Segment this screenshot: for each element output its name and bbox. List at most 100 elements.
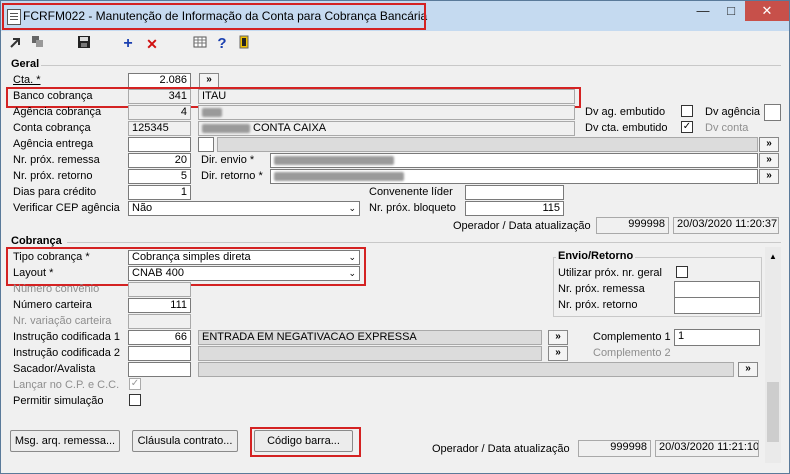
entrega-lookup-button[interactable]: » [759,137,779,152]
convenio-label: Número convênio [13,283,100,295]
conv-lider-label: Convenente líder [369,186,453,198]
copy-icon[interactable] [29,35,47,53]
retorno-label: Nr. próx. retorno [13,170,93,182]
instr1-code-field[interactable]: 66 [128,330,191,345]
cobranca-operador-label: Operador / Data atualização [432,443,570,455]
msg-remessa-button[interactable]: Msg. arq. remessa... [10,430,120,452]
dv-conta-label: Dv conta [705,122,749,134]
utilizar-label: Utilizar próx. nr. geral [558,267,662,279]
dv-agencia-field[interactable] [764,104,781,121]
remessa-label: Nr. próx. remessa [13,154,100,166]
instr1-lookup-button[interactable]: » [548,330,568,345]
simulacao-label: Permitir simulação [13,395,104,407]
convenio-field [128,282,191,297]
lancar-label: Lançar no C.P. e C.C. [13,379,120,391]
conta-name-field[interactable]: CONTA CAIXA [198,121,575,136]
env-retorno-field[interactable] [674,297,760,314]
dv-cta-emb-checkbox[interactable]: ✓ [681,121,693,133]
compl2-label: Complemento 2 [593,347,671,359]
lancar-checkbox: ✓ [129,378,141,390]
compl1-field[interactable]: 1 [674,329,760,346]
grid-icon[interactable] [191,35,209,53]
sacador-name-field [198,362,734,377]
help-icon[interactable]: ? [213,35,231,53]
divider [41,65,781,66]
toolbar: + ✕ ? [1,31,789,57]
instr1-label: Instrução codificada 1 [13,331,121,343]
carteira-field[interactable]: 111 [128,298,191,313]
chevron-up-icon[interactable]: ▲ [769,252,777,261]
dir-retorno-browse-button[interactable]: » [759,169,779,184]
utilizar-checkbox[interactable] [676,266,688,278]
section-geral-title: Geral [11,58,40,70]
instr1-desc-field: ENTRADA EM NEGATIVACAO EXPRESSA [198,330,542,345]
highlight-title [2,3,426,30]
entrega-label: Agência entrega [13,138,94,150]
geral-operador-label: Operador / Data atualização [453,220,591,232]
variacao-label: Nr. variação carteira [13,315,112,327]
section-cobranca-title: Cobrança [11,235,62,247]
env-remessa-field[interactable] [674,281,760,298]
maximize-button[interactable]: □ [717,1,745,21]
scrollbar[interactable]: ▲ [765,247,781,463]
compl1-label: Complemento 1 [593,331,671,343]
bloqueto-field[interactable]: 115 [465,201,564,216]
clausula-contrato-button[interactable]: Cláusula contrato... [132,430,238,452]
window: FCRFM022 - Manutenção de Informação da C… [0,0,790,474]
carteira-label: Número carteira [13,299,92,311]
simulacao-checkbox[interactable] [129,394,141,406]
minimize-button[interactable]: — [689,1,717,21]
dias-field[interactable]: 1 [128,185,191,200]
agencia-label: Agência cobrança [13,106,102,118]
cta-field[interactable]: 2.086 [128,73,191,88]
variacao-field [128,314,191,329]
dir-retorno-field[interactable] [270,169,758,184]
envio-retorno-title: Envio/Retorno [556,250,636,262]
cep-label: Verificar CEP agência [13,202,120,214]
sacador-code-field[interactable] [128,362,191,377]
dias-label: Dias para crédito [13,186,97,198]
instr2-lookup-button[interactable]: » [548,346,568,361]
sacador-label: Sacador/Avalista [13,363,96,375]
entrega-name-field[interactable] [217,137,758,152]
exit-icon[interactable] [235,35,253,53]
entrega-field[interactable] [128,137,191,152]
cobranca-date-field: 20/03/2020 11:21:10 [655,440,759,457]
geral-date-field: 20/03/2020 11:20:37 [673,217,779,234]
agencia-name-field[interactable] [198,105,575,120]
dv-ag-emb-checkbox[interactable] [681,105,693,117]
dir-envio-label: Dir. envio * [201,154,255,166]
dir-retorno-label: Dir. retorno * [201,170,263,182]
chevron-down-icon: ⌄ [348,203,356,213]
scrollbar-thumb[interactable] [767,382,779,442]
remessa-field[interactable]: 20 [128,153,191,168]
add-icon[interactable]: + [119,35,137,53]
cta-label: Cta. * [13,74,41,86]
bloqueto-label: Nr. próx. bloqueto [369,202,456,214]
highlight-tipo-layout [6,247,366,286]
first-record-icon[interactable] [7,35,25,53]
retorno-field[interactable]: 5 [128,169,191,184]
save-icon[interactable] [75,35,93,53]
cta-lookup-button[interactable]: » [199,73,219,88]
instr2-label: Instrução codificada 2 [13,347,121,359]
instr2-desc-field [198,346,542,361]
agencia-code-field[interactable]: 4 [128,105,191,120]
dir-envio-field[interactable] [270,153,758,168]
highlight-codigo [250,427,361,457]
conv-lider-field[interactable] [465,185,564,200]
sacador-lookup-button[interactable]: » [738,362,758,377]
dv-cta-emb-label: Dv cta. embutido [585,122,668,134]
entrega-dv-field[interactable] [198,137,214,152]
conta-code-field[interactable]: 125345 [128,121,191,136]
delete-icon[interactable]: ✕ [143,35,161,53]
divider [67,242,781,243]
dv-agencia-label: Dv agência [705,106,761,118]
geral-operador-field: 999998 [596,217,669,234]
instr2-code-field[interactable] [128,346,191,361]
cep-select[interactable]: Não ⌄ [128,201,360,216]
close-button[interactable]: ✕ [745,1,789,21]
env-retorno-label: Nr. próx. retorno [558,299,638,311]
dir-envio-browse-button[interactable]: » [759,153,779,168]
env-remessa-label: Nr. próx. remessa [558,283,645,295]
